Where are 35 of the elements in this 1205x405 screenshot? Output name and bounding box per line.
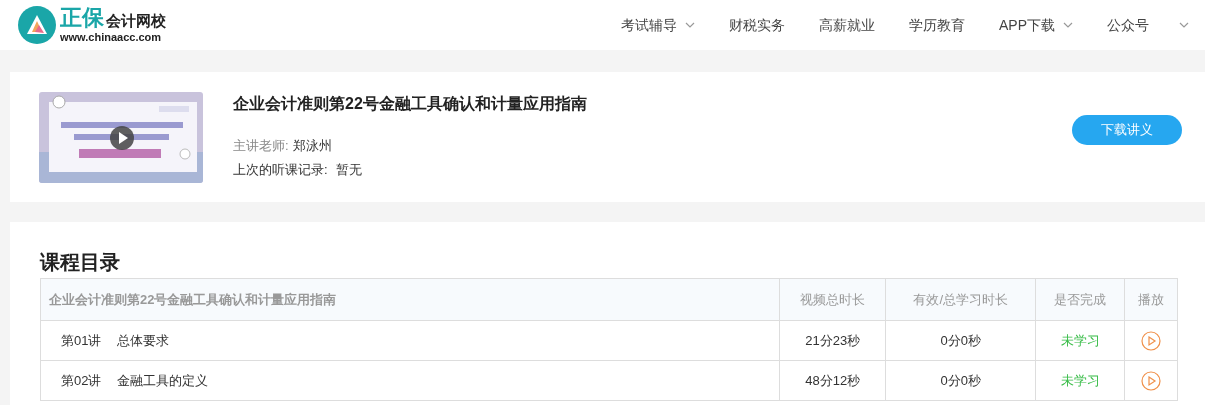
teacher-label: 主讲老师: <box>233 137 289 155</box>
record-label: 上次的听课记录: <box>233 160 328 179</box>
school-name: 会计网校 <box>106 13 166 28</box>
column-header: 有效/总学习时长 <box>886 279 1037 320</box>
status-text: 未学习 <box>1036 321 1126 360</box>
play-icon[interactable] <box>110 125 134 150</box>
nav-link[interactable]: 财税实务 <box>729 14 785 36</box>
section-heading: 课程目录 <box>40 250 121 275</box>
logo-icon <box>18 6 56 44</box>
nav-link[interactable]: 公众号 <box>1107 14 1149 36</box>
teacher-name: 郑泳州 <box>292 137 332 155</box>
column-header: 视频总时长 <box>780 279 887 320</box>
table-cell: 0分0秒 <box>886 321 1037 360</box>
course-title: 企业会计准则第22号金融工具确认和计量应用指南 <box>233 94 587 114</box>
site-url: www.chinaacc.com <box>60 32 163 43</box>
table-cell: 48分12秒 <box>780 361 887 400</box>
record-value: 暂无 <box>335 160 362 179</box>
lecture-title[interactable]: 金融工具的定义 <box>117 370 209 391</box>
column-header: 播放 <box>1125 279 1178 320</box>
table-cell: 21分23秒 <box>780 321 887 360</box>
chevron-down-icon[interactable] <box>1179 22 1189 28</box>
nav-link[interactable]: 高薪就业 <box>819 14 875 36</box>
lecture-number: 第02讲 <box>61 371 102 390</box>
lecture-number: 第01讲 <box>61 331 102 350</box>
nav-link[interactable]: APP下载 <box>999 14 1055 36</box>
nav-link[interactable]: 学历教育 <box>909 14 965 36</box>
chevron-down-icon[interactable] <box>1063 22 1073 28</box>
lecture-title[interactable]: 总体要求 <box>117 330 170 351</box>
chevron-down-icon[interactable] <box>685 22 695 28</box>
table-cell: 0分0秒 <box>886 361 1037 400</box>
column-header: 是否完成 <box>1036 279 1126 320</box>
status-text: 未学习 <box>1036 361 1126 400</box>
column-header: 企业会计准则第22号金融工具确认和计量应用指南 <box>41 279 781 320</box>
brand-name: 正保 <box>60 7 104 29</box>
nav-link[interactable]: 考试辅导 <box>621 14 677 36</box>
